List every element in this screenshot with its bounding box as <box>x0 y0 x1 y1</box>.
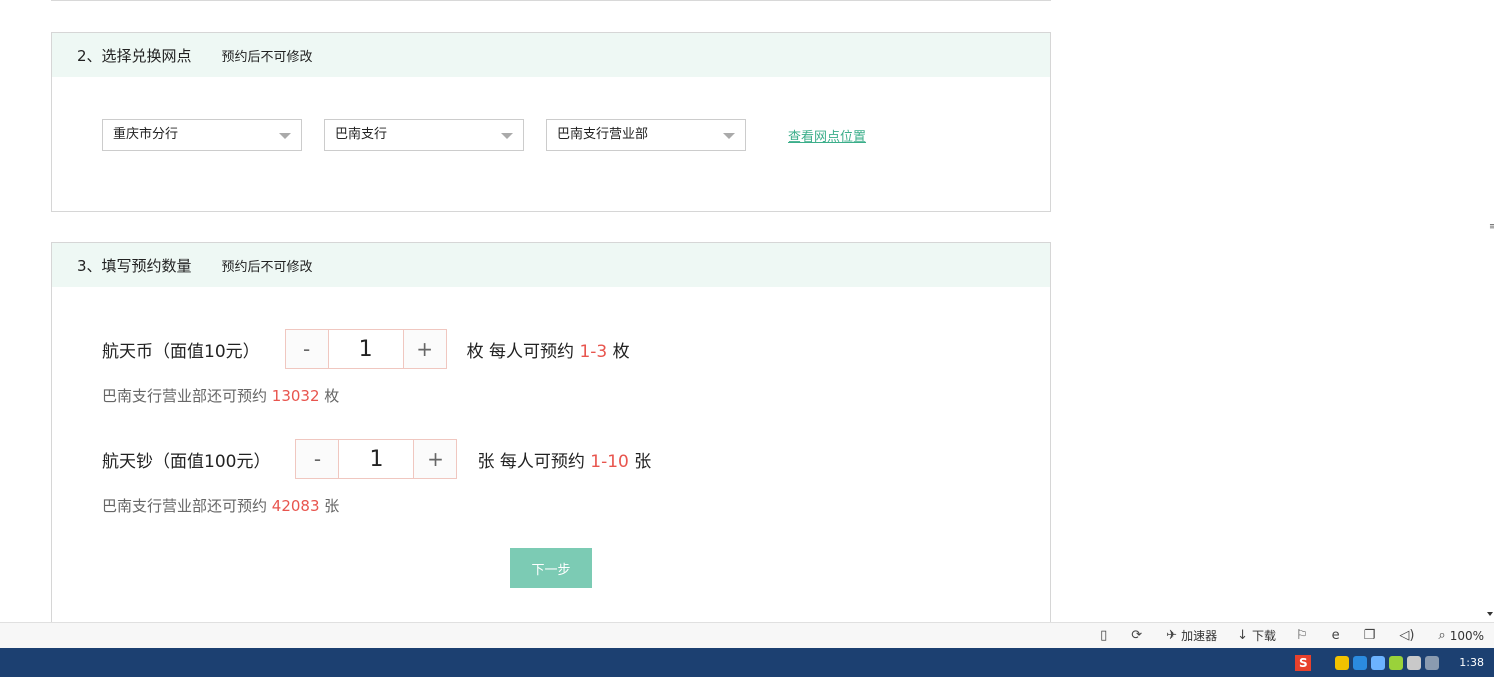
unit: 枚 <box>466 341 484 362</box>
windows-taskbar: S 1:38 <box>0 648 1494 677</box>
magnifier-icon: ⌕ <box>1438 628 1446 643</box>
window-icon[interactable]: ❐ <box>1364 628 1380 643</box>
download-label: 下载 <box>1252 629 1277 643</box>
remain-count: 13032 <box>271 387 320 405</box>
increment-button[interactable]: + <box>414 440 457 478</box>
section-title: 3、填写预约数量 <box>77 256 192 275</box>
rocket-icon: ✈ <box>1166 628 1178 643</box>
note-limit-text: 张 每人可预约 1-10 张 <box>477 447 651 472</box>
limit-range: 1-3 <box>579 341 608 362</box>
section-title: 2、选择兑换网点 <box>77 46 192 65</box>
note-quantity-stepper: - 1 + <box>295 439 458 479</box>
increment-button[interactable]: + <box>403 330 446 368</box>
limit-prefix: 每人可预约 <box>489 341 575 362</box>
coin-label: 航天币（面值10元） <box>102 341 260 362</box>
remain-unit: 张 <box>324 497 340 515</box>
limit-range: 1-10 <box>590 451 629 472</box>
coin-quantity-input[interactable]: 1 <box>327 330 404 368</box>
sogou-ime-icon[interactable]: S <box>1295 654 1312 671</box>
previous-section-bottom-border <box>51 0 1051 1</box>
limit-prefix: 每人可预约 <box>499 451 585 472</box>
accelerator-button[interactable]: ✈ 加速器 <box>1166 627 1217 644</box>
next-step-button[interactable]: 下一步 <box>510 548 592 588</box>
monitor-icon[interactable] <box>1371 655 1386 670</box>
ie-icon[interactable]: e <box>1332 628 1344 643</box>
chevron-down-icon <box>723 133 735 139</box>
scroll-down-arrow-icon[interactable] <box>1487 612 1493 616</box>
flag-icon[interactable]: ⚐ <box>1296 628 1312 643</box>
download-icon: ↓ <box>1237 628 1248 643</box>
fill-quantity-section: 3、填写预约数量 预约后不可修改 航天币（面值10元） - 1 + 枚 每人可预… <box>51 242 1051 633</box>
decrement-button[interactable]: - <box>285 330 328 368</box>
remain-count: 42083 <box>271 497 320 515</box>
note-remaining-text: 巴南支行营业部还可预约 42083 张 <box>102 495 339 516</box>
remain-unit: 枚 <box>324 387 340 405</box>
system-clock[interactable]: 1:38 <box>1459 656 1484 669</box>
select-branch-section: 2、选择兑换网点 预约后不可修改 重庆市分行 巴南支行 巴南支行营业部 查看网点… <box>51 32 1051 212</box>
zoom-level: 100% <box>1449 628 1484 643</box>
wechat-icon[interactable] <box>1389 655 1404 670</box>
zoom-control[interactable]: ⌕ 100% <box>1438 628 1484 643</box>
section-header: 3、填写预约数量 预约后不可修改 <box>52 243 1050 287</box>
coin-remaining-text: 巴南支行营业部还可预约 13032 枚 <box>102 385 339 406</box>
user-icon[interactable] <box>1407 655 1422 670</box>
note-label: 航天钞（面值100元） <box>102 451 271 472</box>
unit: 枚 <box>612 341 630 362</box>
download-button[interactable]: ↓ 下载 <box>1237 627 1276 644</box>
unit: 张 <box>634 451 652 472</box>
decrement-button[interactable]: - <box>296 440 339 478</box>
qq-icon[interactable] <box>1335 655 1350 670</box>
select-value: 重庆市分行 <box>113 127 179 142</box>
scrollbar[interactable] <box>1486 0 1494 622</box>
refresh-icon[interactable]: ⟳ <box>1131 628 1146 643</box>
browser-status-bar: ▯ ⟳ ✈ 加速器 ↓ 下载 ⚐ e ❐ ◁) ⌕ 100% <box>0 622 1494 648</box>
note-quantity-input[interactable]: 1 <box>338 440 415 478</box>
accelerator-label: 加速器 <box>1181 629 1218 643</box>
remain-prefix: 巴南支行营业部还可预约 <box>102 387 268 405</box>
sub-branch-select[interactable]: 巴南支行 <box>324 119 524 151</box>
outlet-select[interactable]: 巴南支行营业部 <box>546 119 746 151</box>
section-note: 预约后不可修改 <box>221 49 313 65</box>
scroll-grip-icon: ≡ <box>1489 222 1494 232</box>
speaker-icon[interactable]: ◁) <box>1399 628 1418 643</box>
volume-icon[interactable] <box>1425 655 1440 670</box>
remain-prefix: 巴南支行营业部还可预约 <box>102 497 268 515</box>
chevron-down-icon <box>279 133 291 139</box>
select-value: 巴南支行营业部 <box>557 127 649 142</box>
network-icon[interactable] <box>1353 655 1368 670</box>
view-branch-location-link[interactable]: 查看网点位置 <box>788 126 866 145</box>
coin-quantity-row: 航天币（面值10元） - 1 + 枚 每人可预约 1-3 枚 <box>102 329 630 369</box>
mobile-icon[interactable]: ▯ <box>1100 628 1111 643</box>
section-header: 2、选择兑换网点 预约后不可修改 <box>52 33 1050 77</box>
coin-quantity-stepper: - 1 + <box>284 329 447 369</box>
unit: 张 <box>477 451 495 472</box>
note-quantity-row: 航天钞（面值100元） - 1 + 张 每人可预约 1-10 张 <box>102 439 651 479</box>
chevron-down-icon <box>501 133 513 139</box>
city-branch-select[interactable]: 重庆市分行 <box>102 119 302 151</box>
coin-limit-text: 枚 每人可预约 1-3 枚 <box>467 337 630 362</box>
select-value: 巴南支行 <box>335 127 388 142</box>
section-note: 预约后不可修改 <box>221 259 313 275</box>
